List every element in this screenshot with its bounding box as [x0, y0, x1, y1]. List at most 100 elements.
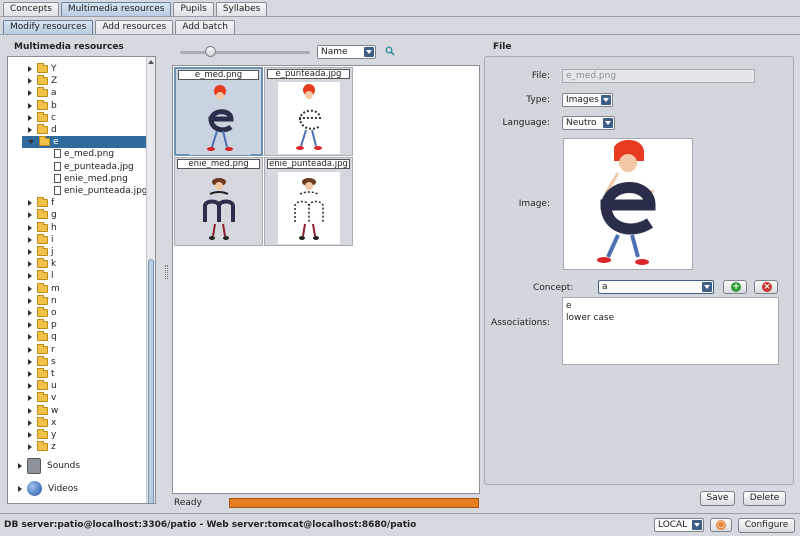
- add-concept-button[interactable]: +: [723, 280, 747, 294]
- expand-icon[interactable]: [28, 102, 32, 109]
- tree-folder[interactable]: n: [28, 294, 57, 307]
- thumbnail-e-punteada[interactable]: e_punteada.jpg: [264, 67, 353, 156]
- tree-folder[interactable]: h: [28, 221, 57, 234]
- tree-folder[interactable]: v: [28, 391, 56, 404]
- expand-icon[interactable]: [28, 224, 32, 231]
- scroll-up-icon[interactable]: [148, 60, 154, 64]
- language-select-value: Neutro: [566, 118, 597, 128]
- expand-icon[interactable]: [28, 248, 32, 255]
- expand-icon[interactable]: [28, 65, 32, 72]
- tree-folder[interactable]: f: [28, 196, 54, 209]
- expand-icon[interactable]: [28, 260, 32, 267]
- tree-folder[interactable]: l: [28, 269, 54, 282]
- tree-scrollbar[interactable]: [146, 57, 155, 503]
- mode-select[interactable]: LOCAL: [654, 518, 704, 532]
- tree-folder[interactable]: t: [28, 367, 55, 380]
- tree-folder[interactable]: d: [28, 123, 57, 136]
- tree-folder[interactable]: k: [28, 257, 56, 270]
- tree-folder[interactable]: g: [28, 208, 57, 221]
- tree-folder[interactable]: y: [28, 428, 56, 441]
- expand-icon[interactable]: [28, 407, 32, 414]
- tree-folder[interactable]: m: [28, 282, 60, 295]
- tree-file[interactable]: enie_punteada.jpg: [54, 185, 148, 197]
- tree-folder[interactable]: p: [28, 318, 57, 331]
- remove-concept-button[interactable]: ×: [754, 280, 778, 294]
- tree-file[interactable]: enie_med.png: [54, 173, 128, 185]
- tab-concepts[interactable]: Concepts: [3, 2, 59, 16]
- tree-folder[interactable]: z: [28, 440, 56, 453]
- collapse-icon[interactable]: [28, 139, 34, 144]
- tree-folder[interactable]: i: [28, 233, 54, 246]
- tab-add-batch[interactable]: Add batch: [175, 20, 235, 34]
- tree-folder[interactable]: Z: [28, 74, 57, 87]
- expand-icon[interactable]: [28, 77, 32, 84]
- type-select[interactable]: Images: [562, 93, 613, 107]
- tree-folder[interactable]: j: [28, 245, 54, 258]
- tree-folder[interactable]: r: [28, 343, 55, 356]
- zoom-slider-track[interactable]: [180, 51, 310, 54]
- expand-icon[interactable]: [28, 333, 32, 340]
- tree-folder[interactable]: x: [28, 416, 56, 429]
- thumbnail-e-med[interactable]: e_med.png: [174, 67, 263, 156]
- expand-icon[interactable]: [28, 370, 32, 377]
- expand-icon[interactable]: [28, 126, 32, 133]
- expand-icon[interactable]: [28, 236, 32, 243]
- expand-icon[interactable]: [28, 346, 32, 353]
- save-button[interactable]: Save: [700, 491, 735, 506]
- tab-multimedia-resources[interactable]: Multimedia resources: [60, 2, 172, 16]
- help-button[interactable]: ○: [710, 518, 732, 532]
- tree-folder[interactable]: w: [28, 404, 58, 417]
- association-item[interactable]: lower case: [566, 312, 775, 324]
- expand-icon[interactable]: [28, 199, 32, 206]
- tree-sounds[interactable]: Sounds: [18, 457, 80, 475]
- tree-folder[interactable]: u: [28, 379, 57, 392]
- splitter-handle[interactable]: [165, 265, 168, 279]
- expand-icon[interactable]: [28, 285, 32, 292]
- configure-button[interactable]: Configure: [738, 518, 795, 533]
- tree-scroll-thumb[interactable]: [148, 259, 154, 503]
- tab-syllabes[interactable]: Syllabes: [215, 2, 268, 16]
- expand-icon[interactable]: [28, 89, 32, 96]
- sort-select[interactable]: Name: [317, 45, 376, 59]
- tree-file[interactable]: e_punteada.jpg: [54, 161, 134, 173]
- association-item[interactable]: e: [566, 300, 775, 312]
- tree-folder[interactable]: Y: [28, 62, 57, 75]
- expand-icon[interactable]: [28, 431, 32, 438]
- thumbnail-enie-punteada[interactable]: enie_punteada.jpg: [264, 157, 353, 246]
- tree-folder[interactable]: a: [28, 86, 57, 99]
- expand-icon[interactable]: [28, 309, 32, 316]
- expand-icon[interactable]: [28, 443, 32, 450]
- expand-icon[interactable]: [18, 485, 22, 492]
- expand-icon[interactable]: [28, 419, 32, 426]
- tree-file[interactable]: e_med.png: [54, 148, 114, 160]
- resource-tree[interactable]: Y Za b c d e e_med.png e_punteada.jpg enie_med.p…: [7, 56, 156, 504]
- delete-button[interactable]: Delete: [743, 491, 786, 506]
- expand-icon[interactable]: [28, 297, 32, 304]
- expand-icon[interactable]: [28, 382, 32, 389]
- expand-icon[interactable]: [28, 272, 32, 279]
- zoom-slider-knob[interactable]: [205, 46, 216, 57]
- expand-icon[interactable]: [28, 394, 32, 401]
- tree-folder[interactable]: o: [28, 306, 57, 319]
- tree-folder[interactable]: s: [28, 355, 56, 368]
- associations-list[interactable]: e lower case: [562, 297, 779, 365]
- expand-icon[interactable]: [28, 211, 32, 218]
- expand-icon[interactable]: [18, 462, 22, 469]
- search-icon[interactable]: [385, 46, 395, 56]
- expand-icon[interactable]: [28, 358, 32, 365]
- tree-videos[interactable]: Videos: [18, 480, 78, 498]
- tab-add-resources[interactable]: Add resources: [95, 20, 174, 34]
- tree-folder[interactable]: b: [28, 99, 57, 112]
- tab-modify-resources[interactable]: Modify resources: [3, 20, 94, 34]
- tree-folder-selected[interactable]: e: [22, 135, 150, 148]
- tree-folder[interactable]: c: [28, 111, 56, 124]
- chevron-down-icon: [364, 47, 374, 57]
- expand-icon[interactable]: [28, 114, 32, 121]
- expand-icon[interactable]: [28, 321, 32, 328]
- thumbnail-gallery[interactable]: e_med.png e_punteada.jpg enie_med.png en…: [172, 65, 480, 494]
- concept-select[interactable]: a: [598, 280, 714, 294]
- thumbnail-enie-med[interactable]: enie_med.png: [174, 157, 263, 246]
- language-select[interactable]: Neutro: [562, 116, 615, 130]
- tab-pupils[interactable]: Pupils: [173, 2, 214, 16]
- tree-folder[interactable]: q: [28, 330, 57, 343]
